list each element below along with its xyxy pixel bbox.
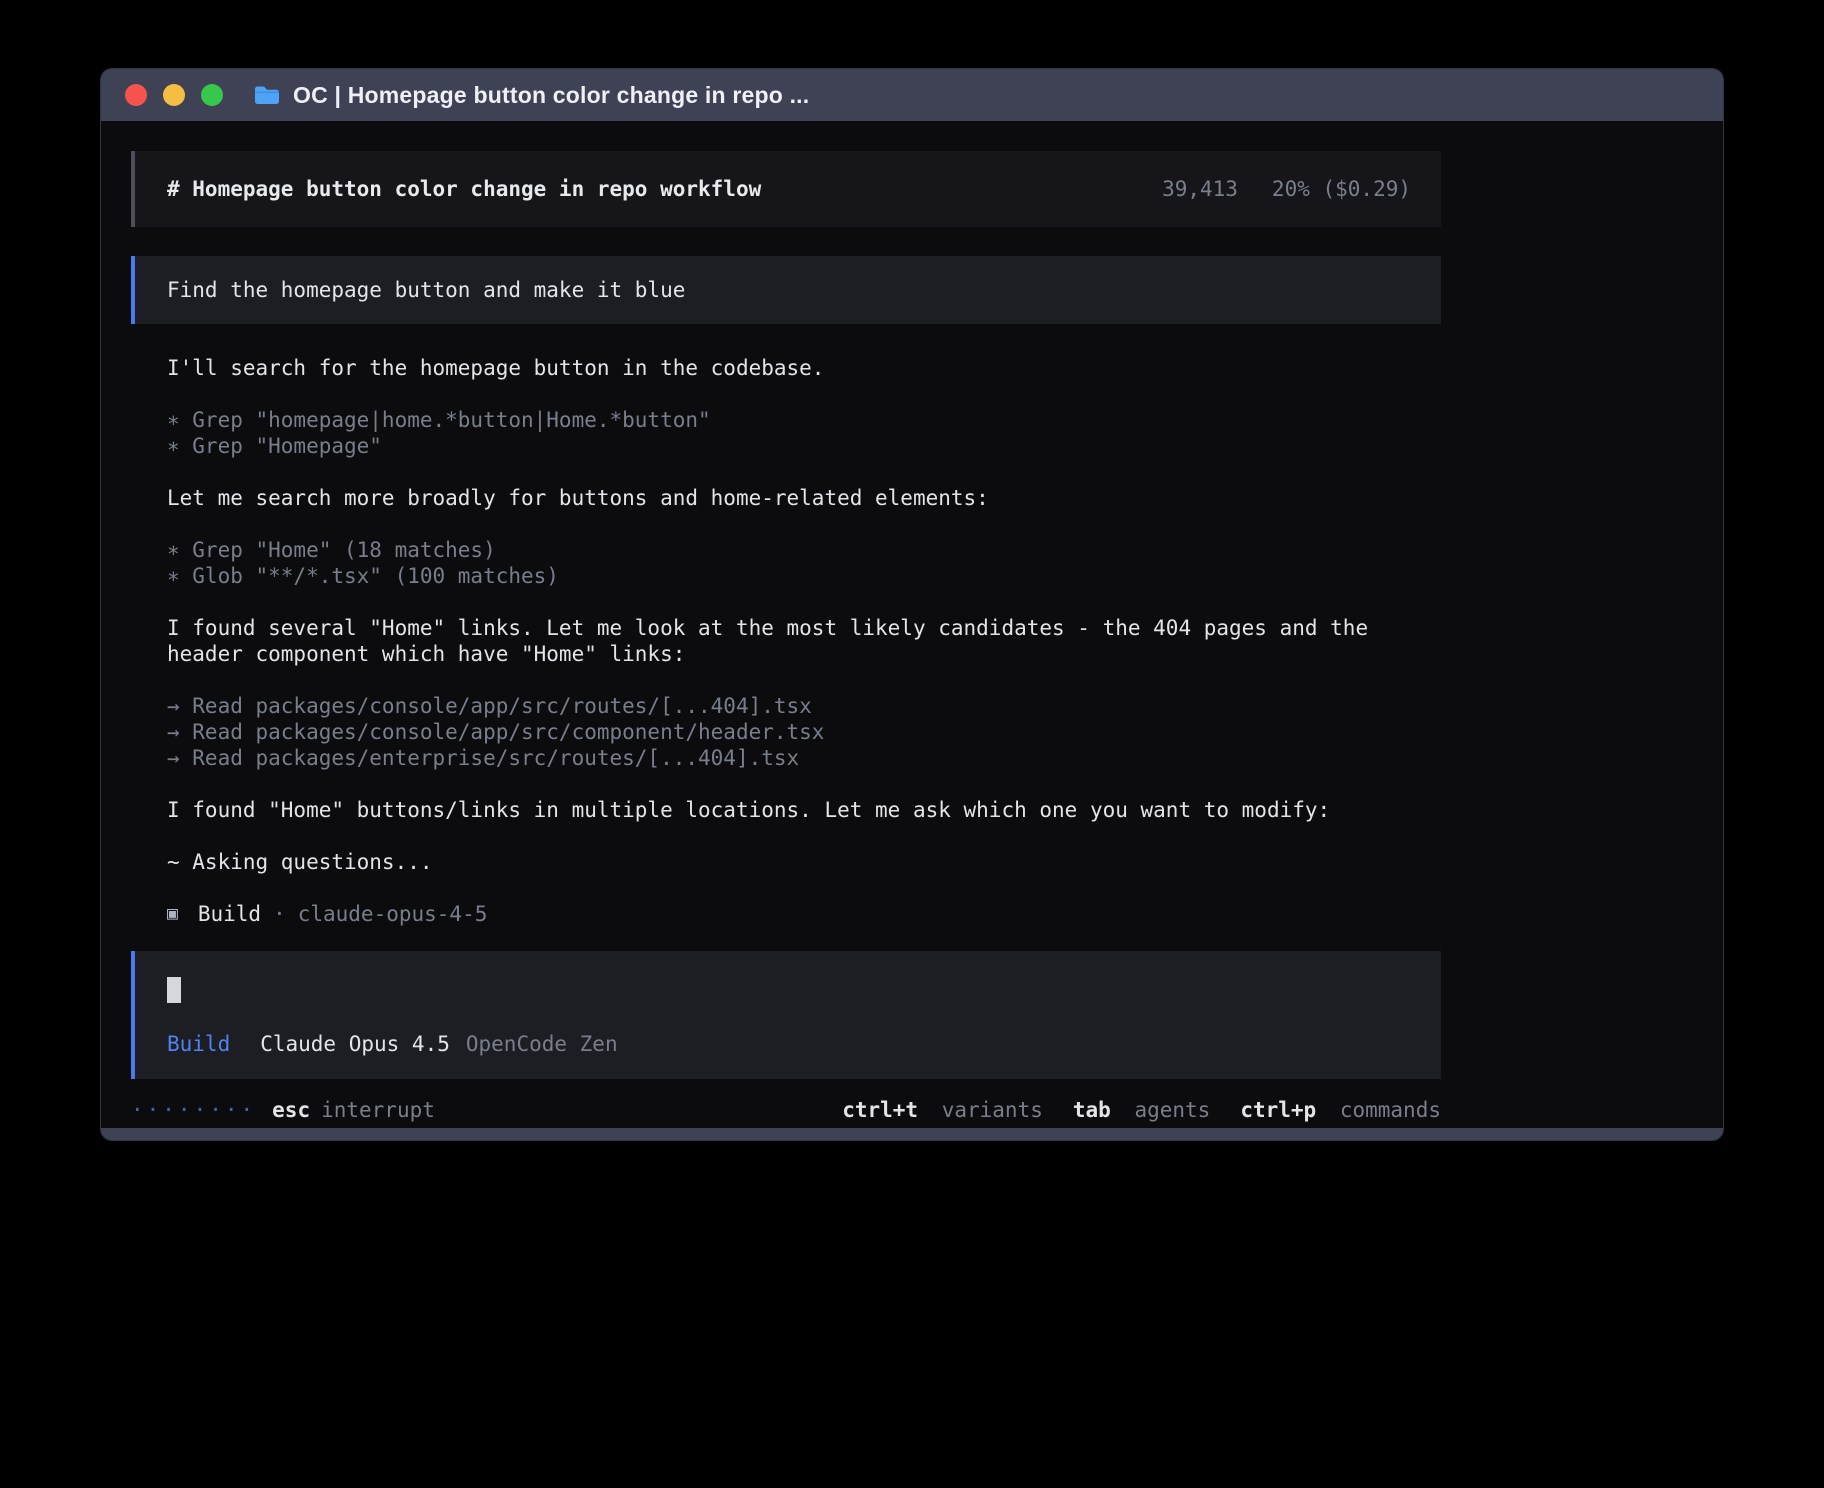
message-block: I found several "Home" links. Let me loo… [167,615,1441,667]
shortcut-agents: tab agents [1073,1097,1210,1123]
agent-status-row: ▣ Build · claude-opus-4-5 [131,901,1441,927]
session-title: # Homepage button color change in repo w… [167,176,761,202]
model-label: Claude Opus 4.5 [260,1031,450,1057]
shortcut-commands: ctrl+p commands [1240,1097,1441,1123]
status-left: ········ esc interrupt [131,1097,435,1123]
shortcut-variants: ctrl+t variants [842,1097,1043,1123]
agent-separator: · [273,901,286,927]
prompt-input[interactable]: Build Claude Opus 4.5 OpenCode Zen [131,951,1441,1079]
folder-icon [253,84,281,106]
token-count: 39,413 [1162,176,1238,202]
esc-action-label: interrupt [321,1097,435,1123]
message-line: ∗ Glob "**/*.tsx" (100 matches) [167,563,1441,589]
message-line: → Read packages/enterprise/src/routes/[.… [167,745,1441,771]
zoom-button[interactable] [201,84,223,106]
message-line: I'll search for the homepage button in t… [167,355,1441,381]
text-cursor [167,977,181,1003]
message-line: Let me search more broadly for buttons a… [167,485,1441,511]
shortcut-key: ctrl+p [1240,1098,1316,1122]
user-message: Find the homepage button and make it blu… [131,256,1441,324]
input-footer: Build Claude Opus 4.5 OpenCode Zen [167,1031,1411,1057]
message-block: ∗ Grep "homepage|home.*button|Home.*butt… [167,407,1441,459]
context-usage: 20% ($0.29) [1272,176,1411,202]
agent-icon: ▣ [167,901,178,927]
shortcut-key: tab [1073,1098,1111,1122]
window-bottom-chrome [101,1128,1723,1140]
minimize-button[interactable] [163,84,185,106]
user-message-text: Find the homepage button and make it blu… [167,278,685,302]
message-line: ∗ Grep "homepage|home.*button|Home.*butt… [167,407,1441,433]
terminal-window: OC | Homepage button color change in rep… [100,68,1724,1141]
status-bar: ········ esc interrupt ctrl+t variants t… [131,1097,1441,1123]
message-block: I found "Home" buttons/links in multiple… [167,797,1441,823]
shortcut-label: agents [1134,1098,1210,1122]
status-right: ctrl+t variants tab agents ctrl+p comman… [812,1097,1441,1123]
message-line: header component which have "Home" links… [167,641,1441,667]
terminal-content: # Homepage button color change in repo w… [131,151,1441,1123]
message-line: ∗ Grep "Homepage" [167,433,1441,459]
close-button[interactable] [125,84,147,106]
window-titlebar[interactable]: OC | Homepage button color change in rep… [101,69,1723,121]
shortcut-label: commands [1340,1098,1441,1122]
shortcut-key: ctrl+t [842,1098,918,1122]
message-line: ∗ Grep "Home" (18 matches) [167,537,1441,563]
session-stats: 39,413 20% ($0.29) [1162,176,1411,202]
message-line: → Read packages/console/app/src/componen… [167,719,1441,745]
provider-label: OpenCode Zen [466,1031,618,1057]
agent-name: Build [198,901,261,927]
message-line: I found several "Home" links. Let me loo… [167,615,1441,641]
shortcut-label: variants [942,1098,1043,1122]
message-line: I found "Home" buttons/links in multiple… [167,797,1441,823]
message-block: ∗ Grep "Home" (18 matches)∗ Glob "**/*.t… [167,537,1441,589]
message-block: Let me search more broadly for buttons a… [167,485,1441,511]
message-block: ~ Asking questions... [167,849,1441,875]
agent-model: claude-opus-4-5 [298,901,488,927]
message-line: → Read packages/console/app/src/routes/[… [167,693,1441,719]
esc-key-hint: esc [272,1097,310,1123]
conversation: I'll search for the homepage button in t… [131,355,1441,875]
window-title: OC | Homepage button color change in rep… [293,82,809,109]
session-header: # Homepage button color change in repo w… [131,151,1441,227]
mode-label: Build [167,1031,230,1057]
message-block: → Read packages/console/app/src/routes/[… [167,693,1441,771]
message-line: ~ Asking questions... [167,849,1441,875]
message-block: I'll search for the homepage button in t… [167,355,1441,381]
spinner-dots: ········ [131,1097,256,1123]
